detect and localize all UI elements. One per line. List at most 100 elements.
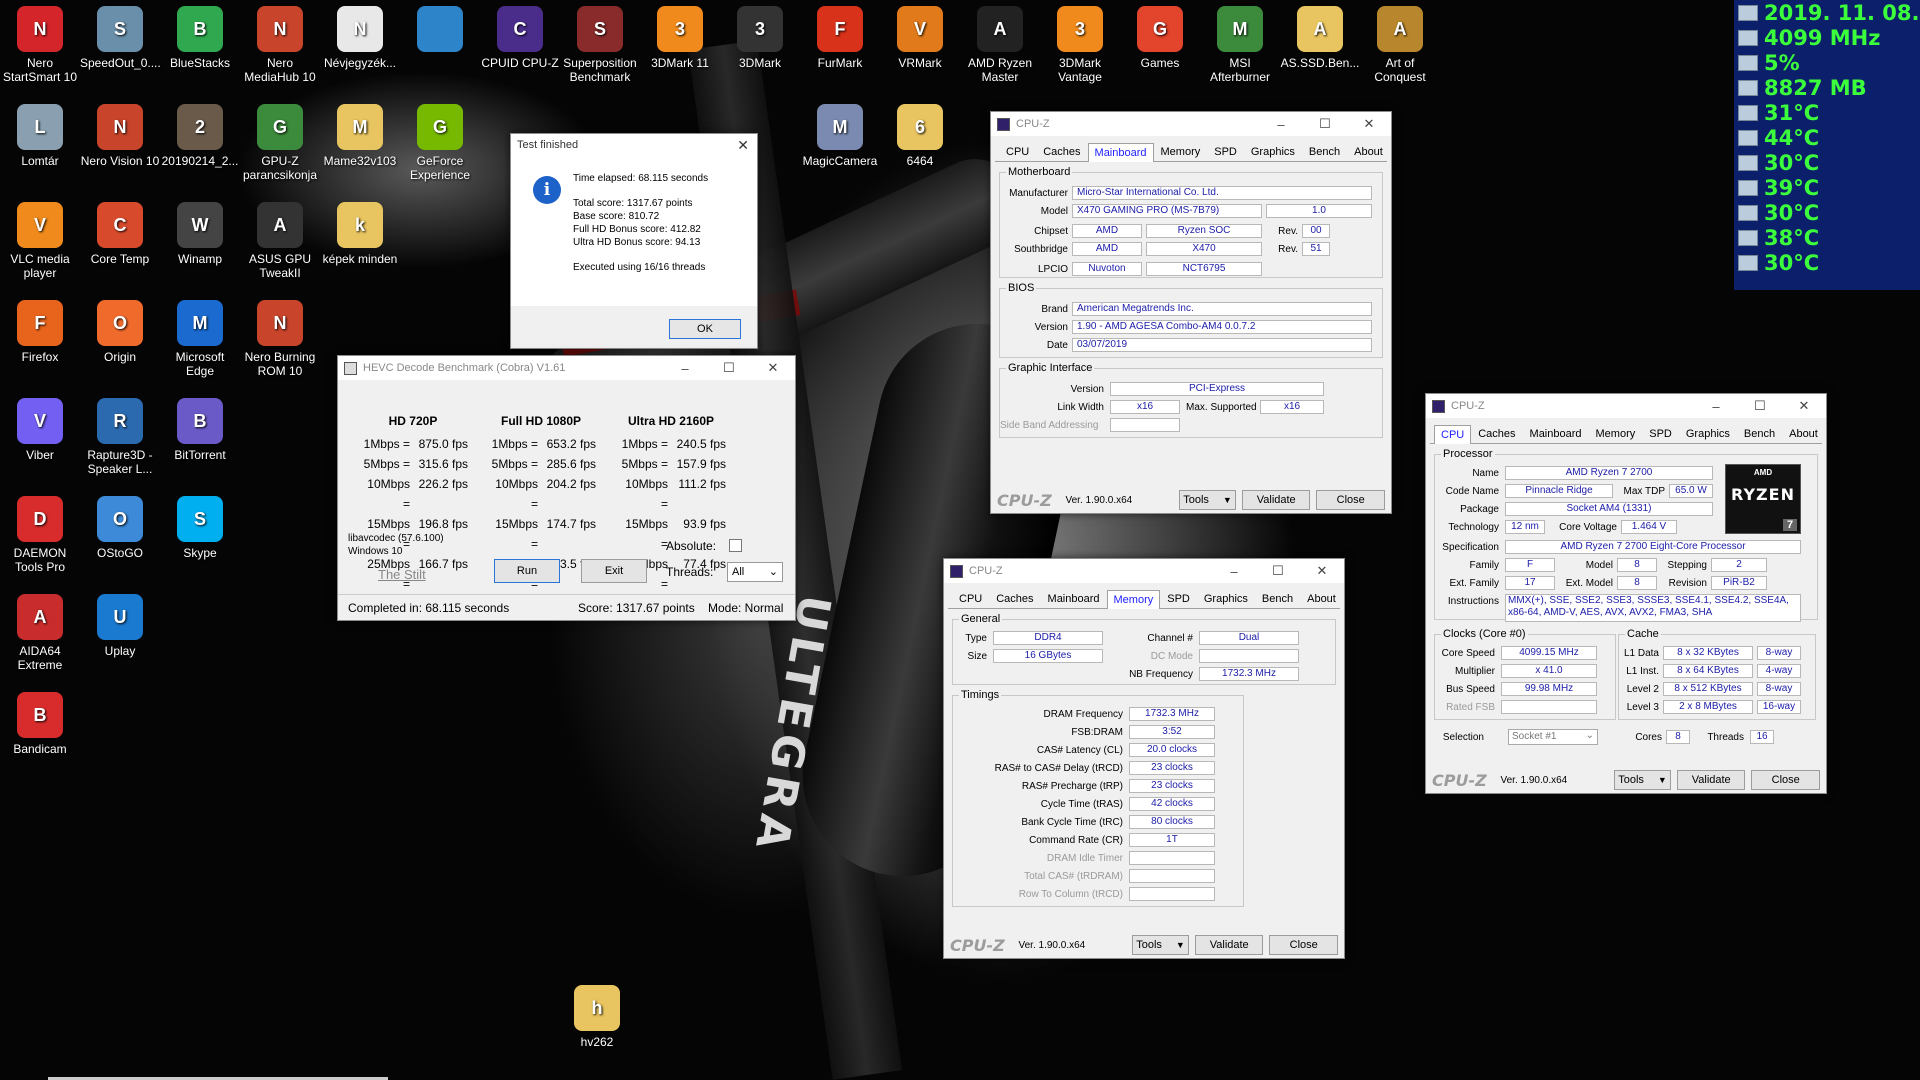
ok-button[interactable]: OK — [669, 319, 741, 339]
tab-memory[interactable]: Memory — [1589, 424, 1643, 443]
tab-mainboard[interactable]: Mainboard — [1087, 143, 1154, 162]
tab-cpu[interactable]: CPU — [999, 142, 1036, 161]
threads-select[interactable]: All ⌄ — [727, 562, 783, 582]
desktop-icon[interactable]: S Skype — [160, 496, 240, 560]
tab-cpu[interactable]: CPU — [952, 589, 989, 608]
tab-about[interactable]: About — [1300, 589, 1343, 608]
tab-caches[interactable]: Caches — [1471, 424, 1522, 443]
maximize-icon[interactable]: ☐ — [1256, 559, 1300, 583]
close-icon[interactable]: ✕ — [1782, 394, 1826, 418]
tab-caches[interactable]: Caches — [989, 589, 1040, 608]
desktop-icon[interactable]: V Viber — [0, 398, 80, 462]
desktop-icon[interactable]: M Microsoft Edge — [160, 300, 240, 378]
desktop-icon[interactable]: V VLC media player — [0, 202, 80, 280]
tab-mainboard[interactable]: Mainboard — [1523, 424, 1589, 443]
tab-bench[interactable]: Bench — [1302, 142, 1347, 161]
desktop-icon[interactable]: M MSI Afterburner — [1200, 6, 1280, 84]
tab-bench[interactable]: Bench — [1255, 589, 1300, 608]
tab-spd[interactable]: SPD — [1207, 142, 1244, 161]
tools-button[interactable]: Tools ▼ — [1614, 770, 1671, 790]
close-button[interactable]: Close — [1751, 770, 1820, 790]
desktop-icon[interactable]: A Art of Conquest — [1360, 6, 1440, 84]
desktop-icon[interactable]: M MagicCamera — [800, 104, 880, 168]
absolute-checkbox[interactable] — [729, 539, 742, 552]
desktop-icon[interactable]: A ASUS GPU TweakII — [240, 202, 320, 280]
tab-bench[interactable]: Bench — [1737, 424, 1782, 443]
tab-bar: CPU Caches Mainboard Memory SPD Graphics Bench… — [948, 583, 1340, 609]
desktop-icon[interactable]: B Bandicam — [0, 692, 80, 756]
tab-mainboard[interactable]: Mainboard — [1041, 589, 1107, 608]
tools-button[interactable]: Tools ▼ — [1179, 490, 1236, 510]
desktop-icon[interactable]: L Lomtár — [0, 104, 80, 168]
desktop-icon[interactable]: A AS.SSD.Ben... — [1280, 6, 1360, 70]
maximize-icon[interactable]: ☐ — [1303, 112, 1347, 136]
minimize-icon[interactable]: – — [1259, 112, 1303, 136]
desktop-icon[interactable]: 6 6464 — [880, 104, 960, 168]
desktop-icon[interactable]: 3 3DMark 11 — [640, 6, 720, 70]
tab-caches[interactable]: Caches — [1036, 142, 1087, 161]
tab-spd[interactable]: SPD — [1160, 589, 1197, 608]
desktop-icon[interactable]: D DAEMON Tools Pro — [0, 496, 80, 574]
tab-graphics[interactable]: Graphics — [1679, 424, 1737, 443]
maximize-icon[interactable]: ☐ — [1738, 394, 1782, 418]
run-button[interactable]: Run — [494, 559, 560, 583]
tab-spd[interactable]: SPD — [1642, 424, 1679, 443]
tab-cpu[interactable]: CPU — [1434, 425, 1472, 444]
close-button[interactable]: Close — [1269, 935, 1338, 955]
desktop-icon[interactable]: S SpeedOut_0.... — [80, 6, 161, 70]
desktop-icon[interactable]: G Games — [1120, 6, 1200, 70]
desktop-icon[interactable]: 2 20190214_2... — [160, 104, 240, 168]
tab-memory[interactable]: Memory — [1106, 590, 1161, 609]
desktop-icon[interactable]: V VRMark — [880, 6, 960, 70]
maximize-icon[interactable]: ☐ — [707, 356, 751, 380]
tab-graphics[interactable]: Graphics — [1197, 589, 1255, 608]
minimize-icon[interactable]: – — [1212, 559, 1256, 583]
desktop-icon[interactable]: N Nero MediaHub 10 — [240, 6, 320, 84]
validate-button[interactable]: Validate — [1194, 935, 1264, 955]
socket-select[interactable]: Socket #1 ⌄ — [1508, 729, 1598, 745]
desktop-icon[interactable]: C Core Temp — [80, 202, 160, 266]
desktop-icon[interactable]: N Nero StartSmart 10 — [0, 6, 80, 84]
tab-memory[interactable]: Memory — [1154, 142, 1208, 161]
desktop-icon[interactable]: M Mame32v103 — [320, 104, 400, 168]
desktop-icon[interactable]: A AMD Ryzen Master — [960, 6, 1040, 84]
desktop-icon[interactable]: N Nero Burning ROM 10 — [240, 300, 320, 378]
desktop-icon[interactable]: 3 3DMark — [720, 6, 800, 70]
desktop-icon[interactable]: F Firefox — [0, 300, 80, 364]
tab-about[interactable]: About — [1347, 142, 1390, 161]
desktop-icon[interactable]: h hv262 — [557, 985, 637, 1049]
desktop-icon[interactable]: G GPU-Z parancsikonja — [240, 104, 320, 182]
tab-about[interactable]: About — [1782, 424, 1825, 443]
desktop-icon[interactable]: k képek minden — [320, 202, 400, 266]
close-icon[interactable]: ✕ — [737, 137, 749, 154]
validate-button[interactable]: Validate — [1241, 490, 1311, 510]
tab-graphics[interactable]: Graphics — [1244, 142, 1302, 161]
desktop-icon[interactable] — [400, 6, 480, 56]
close-icon[interactable]: ✕ — [751, 356, 795, 380]
minimize-icon[interactable]: – — [1694, 394, 1738, 418]
desktop-icon[interactable]: B BlueStacks — [160, 6, 240, 70]
desktop-icon[interactable]: O Origin — [80, 300, 160, 364]
desktop-icon[interactable]: R Rapture3D - Speaker L... — [80, 398, 160, 476]
desktop-icon[interactable]: O OStoGO — [80, 496, 160, 560]
validate-button[interactable]: Validate — [1676, 770, 1746, 790]
credit-link[interactable]: The Stilt — [378, 567, 426, 582]
desktop-icon[interactable]: 3 3DMark Vantage — [1040, 6, 1120, 84]
exit-button[interactable]: Exit — [581, 559, 647, 583]
desktop-icon[interactable]: G GeForce Experience — [400, 104, 480, 182]
desktop-icon[interactable]: F FurMark — [800, 6, 880, 70]
close-button[interactable]: Close — [1316, 490, 1385, 510]
close-icon[interactable]: ✕ — [1300, 559, 1344, 583]
desktop-icon[interactable]: B BitTorrent — [160, 398, 240, 462]
desktop-icon[interactable]: S Superposition Benchmark — [560, 6, 640, 84]
minimize-icon[interactable]: – — [663, 356, 707, 380]
desktop-icon[interactable]: A AIDA64 Extreme — [0, 594, 80, 672]
desktop-icon[interactable]: U Uplay — [80, 594, 160, 658]
desktop-icon[interactable]: W Winamp — [160, 202, 240, 266]
tools-button[interactable]: Tools ▼ — [1132, 935, 1189, 955]
desktop-icon[interactable]: N Nero Vision 10 — [80, 104, 160, 168]
desktop-icon[interactable]: C CPUID CPU-Z — [480, 6, 560, 70]
desktop-icon-label: Névjegyzék... — [323, 56, 397, 70]
close-icon[interactable]: ✕ — [1347, 112, 1391, 136]
desktop-icon[interactable]: N Névjegyzék... — [320, 6, 400, 70]
